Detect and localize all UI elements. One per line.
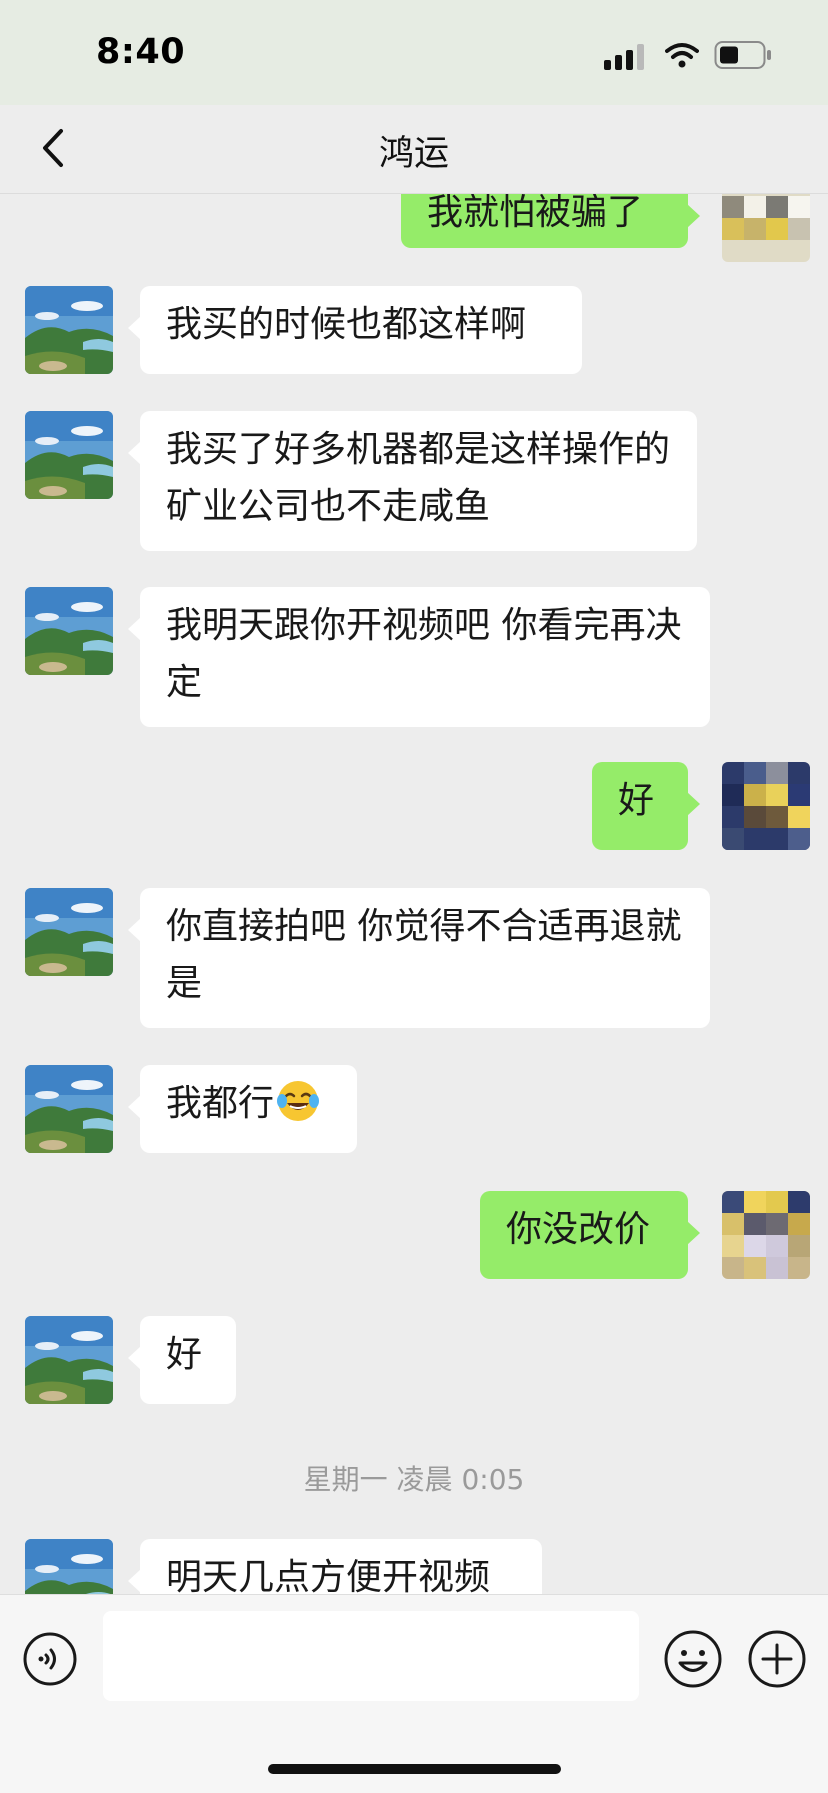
- message-text: 你没改价: [506, 1209, 651, 1250]
- incoming-message[interactable]: 我明天跟你开视频吧 你看完再决定: [128, 587, 710, 727]
- contact-avatar[interactable]: [25, 411, 113, 499]
- message-text: 好: [166, 1334, 203, 1375]
- my-avatar[interactable]: [722, 1191, 810, 1279]
- outgoing-message[interactable]: 好: [592, 762, 700, 850]
- voice-icon: [23, 1632, 77, 1686]
- battery-icon: [714, 41, 771, 69]
- outgoing-message[interactable]: 你没改价: [480, 1191, 700, 1279]
- input-bar: [0, 1594, 828, 1793]
- incoming-message[interactable]: 我买了好多机器都是这样操作的 矿业公司也不走咸鱼: [128, 411, 697, 551]
- contact-avatar[interactable]: [25, 1539, 113, 1594]
- message-text: 我都行: [166, 1083, 275, 1124]
- emoji-button[interactable]: [662, 1628, 724, 1690]
- message-text: 我买的时候也都这样啊: [166, 304, 527, 345]
- status-bar: 8:40: [0, 0, 828, 105]
- message-timestamp: 星期一 凌晨 0:05: [303, 1463, 525, 1496]
- message-list[interactable]: 我就怕被骗了 我买的时候也都这样啊 我买了好多机器都是这样操作的 矿业公司也不走…: [0, 194, 828, 1594]
- incoming-message[interactable]: 你直接拍吧 你觉得不合适再退就是: [128, 888, 710, 1028]
- my-avatar[interactable]: [722, 194, 810, 262]
- message-text: 明天几点方便开视频: [166, 1557, 491, 1594]
- wifi-icon: [665, 43, 699, 68]
- contact-avatar[interactable]: [25, 1316, 113, 1404]
- incoming-message[interactable]: 明天几点方便开视频: [128, 1539, 542, 1594]
- cellular-signal-icon: [604, 44, 644, 70]
- message-input[interactable]: [103, 1611, 639, 1701]
- home-indicator[interactable]: [268, 1764, 561, 1774]
- message-text: 我就怕被骗了: [427, 194, 644, 233]
- face-with-tears-of-joy-icon: [277, 1081, 320, 1121]
- voice-button[interactable]: [22, 1631, 78, 1687]
- more-actions-button[interactable]: [746, 1628, 808, 1690]
- status-time: 8:40: [96, 32, 186, 72]
- outgoing-message[interactable]: 我就怕被骗了: [401, 194, 700, 248]
- chat-title: 鸿运: [378, 134, 449, 174]
- message-text: 我买了好多机器都是这样操作的 矿业公司也不走咸鱼: [166, 429, 671, 527]
- emoji-icon: [664, 1630, 722, 1688]
- contact-avatar[interactable]: [25, 286, 113, 374]
- plus-icon: [748, 1630, 806, 1688]
- message-text: 我明天跟你开视频吧 你看完再决定: [166, 605, 682, 703]
- contact-avatar[interactable]: [25, 1065, 113, 1153]
- incoming-message[interactable]: 我都行: [128, 1065, 357, 1153]
- incoming-message[interactable]: 好: [128, 1316, 236, 1404]
- incoming-message[interactable]: 我买的时候也都这样啊: [128, 286, 582, 374]
- chat-header: 鸿运: [0, 105, 828, 194]
- message-text: 好: [618, 780, 655, 821]
- contact-avatar[interactable]: [25, 888, 113, 976]
- message-text: 你直接拍吧 你觉得不合适再退就是: [166, 906, 682, 1004]
- contact-avatar[interactable]: [25, 587, 113, 675]
- my-avatar[interactable]: [722, 762, 810, 850]
